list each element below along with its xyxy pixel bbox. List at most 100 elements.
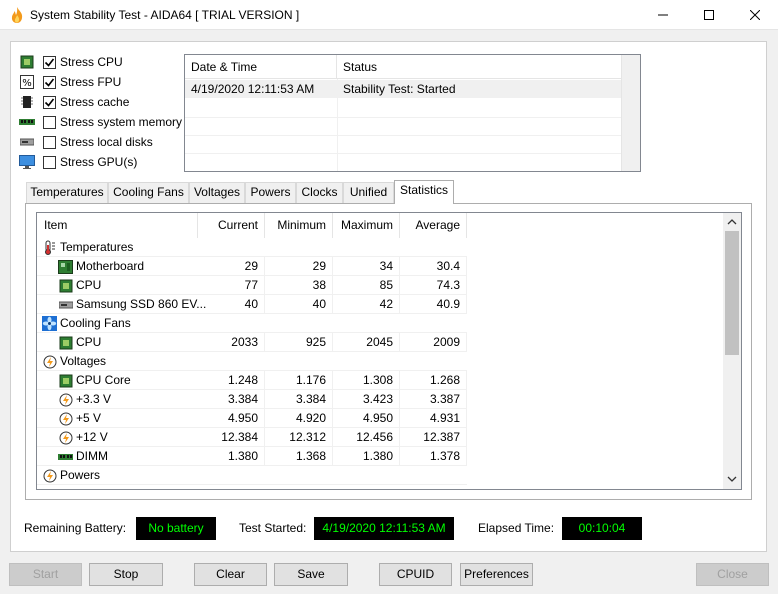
stats-row[interactable]: CPU Core 1.248 1.176 1.308 1.268 (37, 371, 467, 390)
stats-minimum: 925 (265, 333, 333, 352)
stats-current: 12.384 (198, 428, 265, 447)
stress-memory-checkbox[interactable] (43, 115, 56, 129)
stats-current: 29 (198, 257, 265, 276)
stats-header-item[interactable]: Item (37, 213, 198, 238)
close-window-button[interactable] (732, 0, 778, 30)
lightning-icon (58, 392, 73, 407)
log-column-divider (337, 79, 338, 171)
stress-disks-option[interactable]: Stress local disks (19, 133, 153, 151)
save-button[interactable]: Save (274, 563, 348, 586)
elapsed-time-label: Elapsed Time: (478, 521, 555, 535)
stress-disks-label: Stress local disks (60, 135, 153, 149)
fan-icon (42, 316, 57, 331)
disk-drive-icon (19, 134, 35, 150)
cpuid-button[interactable]: CPUID (379, 563, 452, 586)
log-header-status[interactable]: Status (337, 55, 622, 79)
statistics-grid[interactable]: Item Current Minimum Maximum Average Tem… (36, 212, 742, 490)
start-button[interactable]: Start (9, 563, 82, 586)
stats-header-minimum[interactable]: Minimum (265, 213, 333, 238)
stress-gpu-option[interactable]: Stress GPU(s) (19, 153, 137, 171)
memory-module-icon (58, 449, 73, 464)
stress-cache-label: Stress cache (60, 95, 130, 109)
stats-group-row[interactable]: Temperatures (37, 238, 467, 257)
log-scrollbar[interactable] (621, 55, 640, 171)
stats-group-label: Powers (60, 468, 101, 482)
title-bar: System Stability Test - AIDA64 [ TRIAL V… (0, 0, 778, 30)
stats-minimum: 1.176 (265, 371, 333, 390)
stress-fpu-option[interactable]: % Stress FPU (19, 73, 121, 91)
motherboard-icon (58, 259, 73, 274)
stats-maximum: 2045 (333, 333, 400, 352)
maximize-icon (704, 10, 714, 20)
aida64-flame-icon (8, 6, 26, 24)
preferences-button[interactable]: Preferences (460, 563, 533, 586)
stress-cache-option[interactable]: Stress cache (19, 93, 129, 111)
tab-voltages[interactable]: Voltages (189, 182, 245, 203)
stats-row[interactable]: DIMM 1.380 1.368 1.380 1.378 (37, 447, 467, 466)
stats-maximum: 42 (333, 295, 400, 314)
stats-group-row[interactable]: Powers (37, 466, 467, 485)
stats-average: 1.378 (400, 447, 467, 466)
minimize-button[interactable] (640, 0, 686, 30)
tab-unified[interactable]: Unified (343, 182, 394, 203)
tab-temperatures[interactable]: Temperatures (26, 182, 108, 203)
stats-minimum: 40 (265, 295, 333, 314)
stats-row[interactable]: +3.3 V 3.384 3.384 3.423 3.387 (37, 390, 467, 409)
tab-powers[interactable]: Powers (245, 182, 296, 203)
fpu-percent-icon: % (19, 74, 35, 90)
stats-row[interactable]: CPU 77 38 85 74.3 (37, 276, 467, 295)
stats-header-maximum[interactable]: Maximum (333, 213, 400, 238)
stats-maximum: 85 (333, 276, 400, 295)
cache-chip-icon (19, 94, 35, 110)
stats-row[interactable]: Motherboard 29 29 34 30.4 (37, 257, 467, 276)
stats-group-label: Temperatures (60, 240, 134, 254)
scroll-up-arrow-icon[interactable] (727, 219, 737, 225)
stats-group-label: Voltages (60, 354, 107, 368)
clear-button[interactable]: Clear (194, 563, 267, 586)
stats-average: 3.387 (400, 390, 467, 409)
close-icon (750, 10, 760, 20)
log-row[interactable]: 4/19/2020 12:11:53 AM Stability Test: St… (185, 80, 622, 98)
stats-row-label: CPU Core (76, 373, 131, 387)
stop-button[interactable]: Stop (89, 563, 163, 586)
minimize-icon (658, 14, 668, 16)
stats-minimum: 1.368 (265, 447, 333, 466)
stress-fpu-checkbox[interactable] (43, 75, 56, 89)
stats-scrollbar-thumb[interactable] (725, 231, 739, 355)
stress-cpu-option[interactable]: Stress CPU (19, 53, 123, 71)
stats-row[interactable]: +12 V 12.384 12.312 12.456 12.387 (37, 428, 467, 447)
stats-average: 1.268 (400, 371, 467, 390)
stats-scrollbar[interactable] (723, 213, 741, 489)
stats-header-current[interactable]: Current (198, 213, 265, 238)
stress-cache-checkbox[interactable] (43, 95, 56, 109)
stress-cpu-checkbox[interactable] (43, 55, 56, 69)
stats-row-label: CPU (76, 335, 102, 349)
stats-header-average[interactable]: Average (400, 213, 467, 238)
maximize-button[interactable] (686, 0, 732, 30)
tab-cooling-fans[interactable]: Cooling Fans (108, 182, 189, 203)
scroll-down-arrow-icon[interactable] (727, 476, 737, 482)
stats-group-row[interactable]: Voltages (37, 352, 467, 371)
tab-clocks[interactable]: Clocks (296, 182, 343, 203)
monitor-icon (19, 154, 35, 170)
tab-statistics[interactable]: Statistics (394, 180, 454, 204)
stress-gpu-checkbox[interactable] (43, 155, 56, 169)
memory-module-icon (19, 114, 35, 130)
stats-minimum: 12.312 (265, 428, 333, 447)
remaining-battery-label: Remaining Battery: (24, 521, 127, 535)
stats-minimum: 4.920 (265, 409, 333, 428)
test-started-display: 4/19/2020 12:11:53 AM (314, 517, 454, 540)
stats-row[interactable]: Samsung SSD 860 EV... 40 40 42 40.9 (37, 295, 467, 314)
log-status: Stability Test: Started (343, 82, 456, 96)
stats-maximum: 1.380 (333, 447, 400, 466)
stats-row-label: Samsung SSD 860 EV... (76, 297, 207, 311)
status-log-table[interactable]: Date & Time Status 4/19/2020 12:11:53 AM… (184, 54, 641, 172)
stress-memory-option[interactable]: Stress system memory (19, 113, 182, 131)
stats-group-row[interactable]: Cooling Fans (37, 314, 467, 333)
stats-row[interactable]: +5 V 4.950 4.920 4.950 4.931 (37, 409, 467, 428)
close-button[interactable]: Close (696, 563, 769, 586)
log-datetime: 4/19/2020 12:11:53 AM (191, 82, 315, 96)
stats-row[interactable]: CPU 2033 925 2045 2009 (37, 333, 467, 352)
log-header-datetime[interactable]: Date & Time (185, 55, 337, 79)
stress-disks-checkbox[interactable] (43, 135, 56, 149)
